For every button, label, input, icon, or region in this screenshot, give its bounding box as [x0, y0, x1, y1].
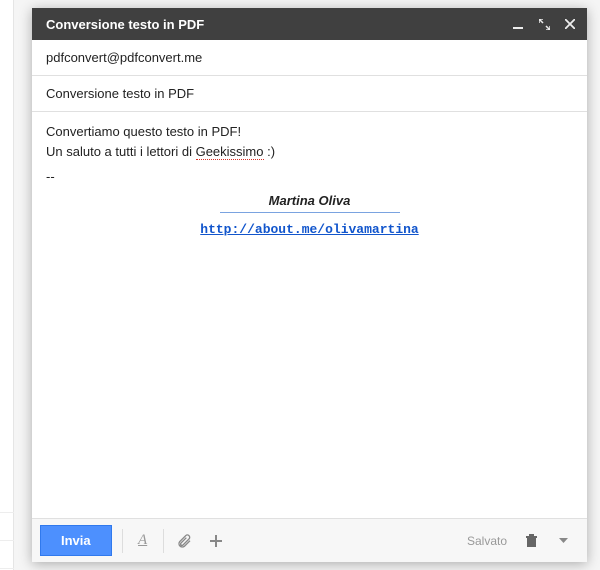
subject-input[interactable]	[46, 86, 573, 101]
background-sidebar	[0, 0, 14, 570]
discard-icon[interactable]	[515, 525, 547, 557]
body-line[interactable]: Un saluto a tutti i lettori di Geekissim…	[46, 142, 573, 162]
signature-link[interactable]: http://about.me/olivamartina	[200, 222, 418, 237]
signature-block: Martina Oliva http://about.me/olivamarti…	[46, 191, 573, 240]
to-input[interactable]	[46, 50, 573, 65]
compose-window: Conversione testo in PDF Convertiam	[32, 8, 587, 562]
formatting-icon[interactable]: A	[127, 525, 159, 557]
compose-header[interactable]: Conversione testo in PDF	[32, 8, 587, 40]
minimize-icon[interactable]	[511, 17, 525, 31]
body-line[interactable]: Convertiamo questo testo in PDF!	[46, 122, 573, 142]
send-button[interactable]: Invia	[40, 525, 112, 556]
signature-link-row: http://about.me/olivamartina	[46, 219, 573, 240]
body-text-line2-post: :)	[264, 144, 276, 159]
compose-title: Conversione testo in PDF	[46, 17, 511, 32]
subject-field-row[interactable]	[32, 76, 587, 112]
footer-divider	[122, 529, 123, 553]
compose-body[interactable]: Convertiamo questo testo in PDF! Un salu…	[32, 112, 587, 518]
header-controls	[511, 17, 577, 31]
expand-icon[interactable]	[537, 17, 551, 31]
bg-row	[0, 485, 14, 513]
body-text-line1: Convertiamo questo testo in PDF!	[46, 124, 241, 139]
bg-row	[0, 541, 14, 569]
signature-separator: --	[46, 167, 573, 187]
saved-status: Salvato	[467, 534, 507, 548]
to-field-row[interactable]	[32, 40, 587, 76]
footer-divider	[163, 529, 164, 553]
body-text-line2-pre: Un saluto a tutti i lettori di	[46, 144, 196, 159]
more-options-icon[interactable]	[547, 525, 579, 557]
signature-name: Martina Oliva	[220, 191, 400, 214]
attachment-icon[interactable]	[168, 525, 200, 557]
spellcheck-underline[interactable]: Geekissimo	[196, 144, 264, 160]
close-icon[interactable]	[563, 17, 577, 31]
bg-row	[0, 513, 14, 541]
insert-more-icon[interactable]	[200, 525, 232, 557]
compose-footer: Invia A Salvato	[32, 518, 587, 562]
